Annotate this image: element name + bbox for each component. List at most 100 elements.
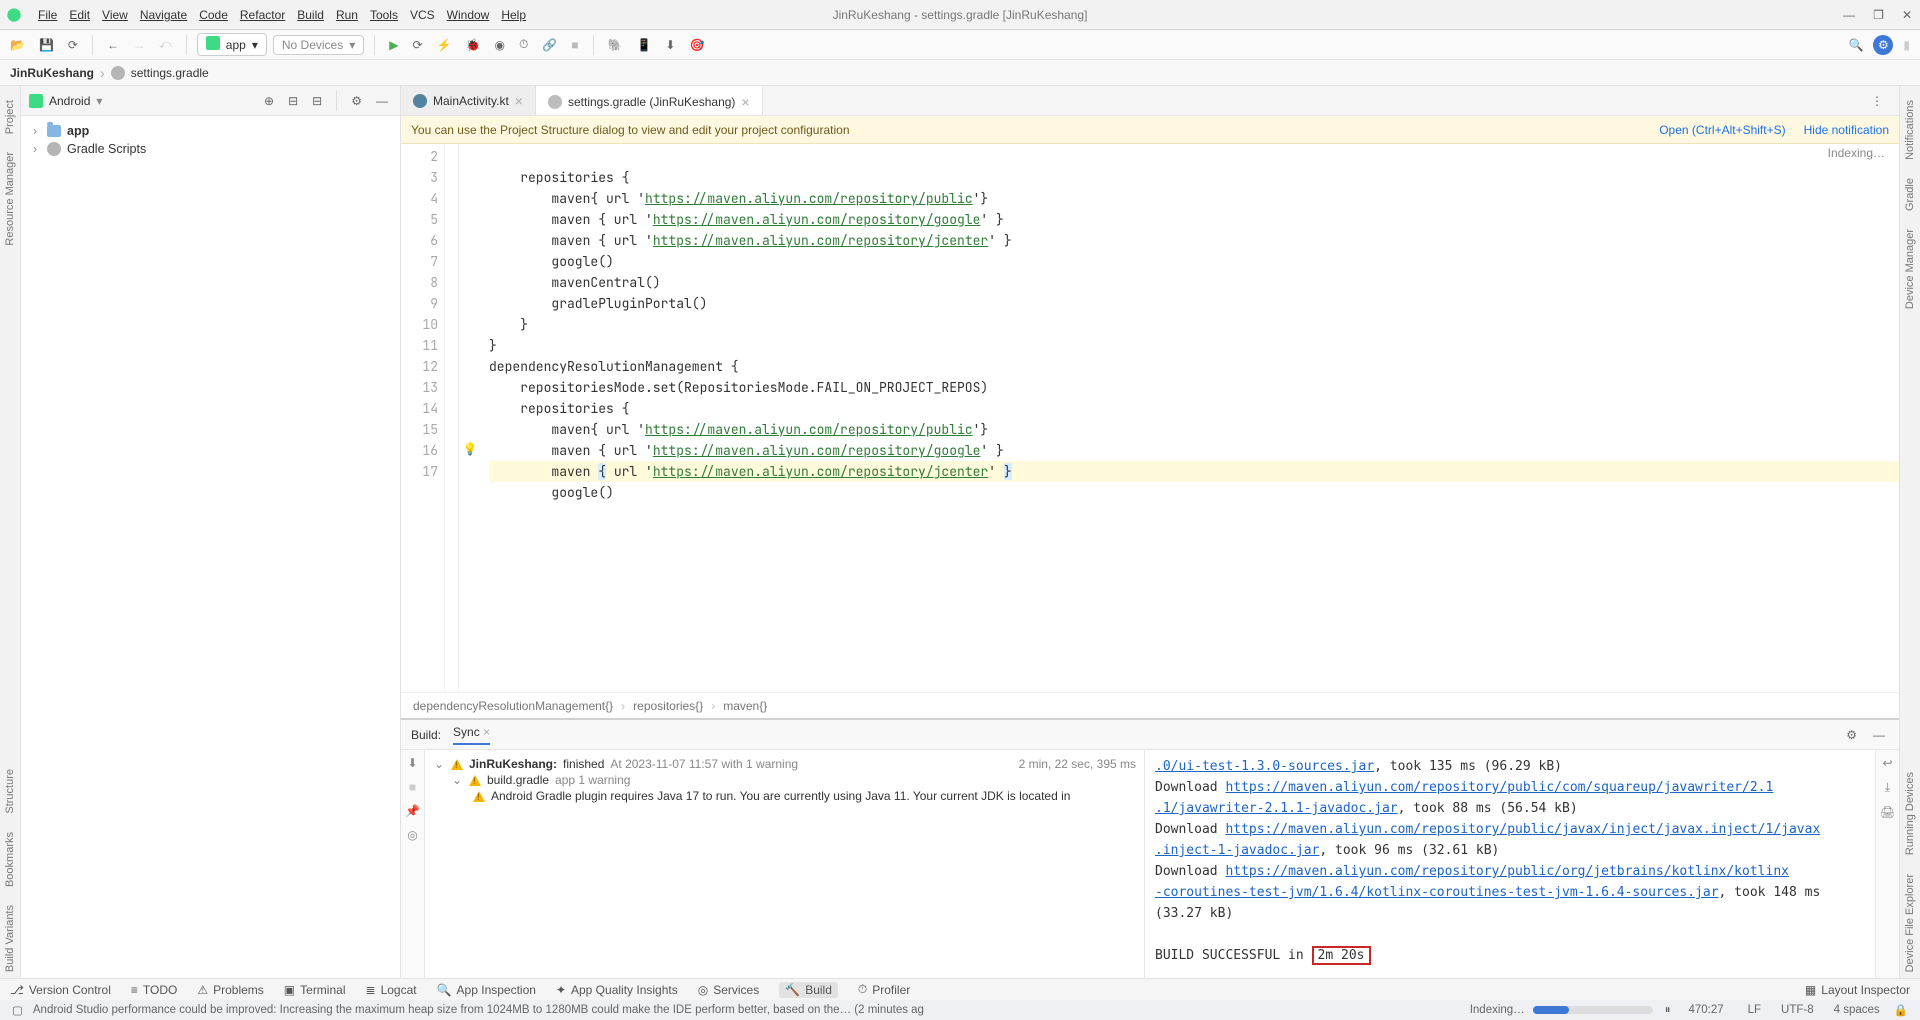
indexing-progress-label[interactable]: Indexing… <box>1470 1004 1525 1016</box>
line-gutter[interactable]: 2345678 91011121314151617 <box>401 144 445 692</box>
download-icon[interactable]: ⬇ <box>407 756 417 770</box>
run-icon[interactable]: ▶ <box>385 35 402 55</box>
avd-manager-icon[interactable]: 📱 <box>632 35 655 55</box>
open-file-icon[interactable]: 📂 <box>6 35 29 55</box>
banner-hide-link[interactable]: Hide notification <box>1804 123 1889 137</box>
tab-settings-gradle[interactable]: settings.gradle (JinRuKeshang) × <box>536 86 763 115</box>
resource-manager-stripe[interactable]: Resource Manager <box>4 146 16 252</box>
split-back-icon[interactable]: ⤺ <box>155 34 176 55</box>
crumb-node[interactable]: dependencyResolutionManagement{} <box>413 699 613 713</box>
menu-view[interactable]: View <box>96 5 134 25</box>
indexing-progress-bar[interactable] <box>1533 1006 1653 1014</box>
tree-collapse-icon[interactable]: ⊟ <box>308 91 326 111</box>
menu-run[interactable]: Run <box>330 5 364 25</box>
gear-icon[interactable]: ⚙ <box>1842 725 1861 745</box>
running-devices-stripe[interactable]: Running Devices <box>1904 766 1916 861</box>
build-tool[interactable]: 🔨Build <box>779 982 838 998</box>
menu-help[interactable]: Help <box>495 5 532 25</box>
services-tool[interactable]: ◎Services <box>698 983 760 997</box>
gear-icon[interactable]: ⚙ <box>347 91 366 111</box>
pause-indexing-icon[interactable]: ⏸ <box>1661 1001 1675 1020</box>
stop-icon[interactable]: ■ <box>567 35 582 55</box>
crumb-node[interactable]: maven{} <box>723 699 767 713</box>
line-sep[interactable]: LF <box>1738 1004 1771 1016</box>
logcat-tool[interactable]: ≣Logcat <box>366 983 417 997</box>
banner-open-link[interactable]: Open (Ctrl+Alt+Shift+S) <box>1659 123 1785 137</box>
caret-position[interactable]: 470:27 <box>1674 1004 1737 1016</box>
project-view-select[interactable]: Android ▾ <box>29 94 102 108</box>
indent-config[interactable]: 4 spaces <box>1824 1004 1890 1016</box>
restart-icon[interactable]: ■ <box>409 780 416 794</box>
lock-icon[interactable]: 🔒 <box>1890 1000 1912 1020</box>
close-tab-icon[interactable]: × <box>515 93 523 109</box>
soft-wrap-icon[interactable]: ↩ <box>1882 756 1892 770</box>
refresh-icon[interactable]: ⟳ <box>64 35 82 55</box>
apply-changes-icon[interactable]: ⟳ <box>408 35 426 55</box>
menu-file[interactable]: File <box>32 5 63 25</box>
device-file-explorer-stripe[interactable]: Device File Explorer <box>1904 868 1916 978</box>
locate-file-icon[interactable]: ⊕ <box>260 91 278 111</box>
sync-root-row[interactable]: ⌄ JinRuKeshang: finished At 2023-11-07 1… <box>433 756 1136 772</box>
status-menu-icon[interactable]: ▢ <box>8 1000 27 1020</box>
problems-tool[interactable]: ⚠Problems <box>197 983 263 997</box>
filter-icon[interactable]: 📌 <box>405 804 420 818</box>
run-config-select[interactable]: app ▾ <box>197 33 267 56</box>
menu-code[interactable]: Code <box>193 5 234 25</box>
profiler-tool[interactable]: ⏱Profiler <box>858 982 910 997</box>
menu-tools[interactable]: Tools <box>364 5 404 25</box>
profile-icon[interactable]: ⏱ <box>515 34 532 55</box>
terminal-tool[interactable]: ▣Terminal <box>284 983 346 997</box>
print-icon[interactable]: 🖨 <box>1880 805 1895 819</box>
menu-edit[interactable]: Edit <box>63 5 96 25</box>
breadcrumb-file[interactable]: settings.gradle <box>131 66 209 80</box>
menu-navigate[interactable]: Navigate <box>134 5 193 25</box>
tab-mainactivity[interactable]: MainActivity.kt × <box>401 86 536 115</box>
debug-icon[interactable]: 🐞 <box>462 35 485 55</box>
forward-icon[interactable]: → <box>129 35 149 55</box>
apply-code-changes-icon[interactable]: ⚡ <box>433 35 456 55</box>
vcs-tool[interactable]: ⎇Version Control <box>10 983 111 997</box>
appinsp-tool[interactable]: 🔍App Inspection <box>437 983 536 997</box>
project-gradle-scripts-node[interactable]: › Gradle Scripts <box>25 140 396 158</box>
hide-pane-icon[interactable]: — <box>372 91 392 111</box>
scroll-to-end-icon[interactable]: ⤓ <box>1885 780 1890 795</box>
settings-icon[interactable]: ⚙ <box>1873 35 1893 55</box>
sync-output[interactable]: .0/ui-test-1.3.0-sources.jar, took 135 m… <box>1145 750 1875 978</box>
structure-stripe[interactable]: Structure <box>4 763 16 820</box>
menu-refactor[interactable]: Refactor <box>234 5 291 25</box>
quality-tool[interactable]: ✦App Quality Insights <box>556 983 678 997</box>
menu-window[interactable]: Window <box>441 5 496 25</box>
intention-bulb-icon[interactable]: 💡 <box>459 438 481 459</box>
sdk-manager-icon[interactable]: ⬇ <box>661 35 679 55</box>
notifications-stripe[interactable]: Notifications <box>1904 94 1916 166</box>
attach-debug-icon[interactable]: 🔗 <box>538 35 561 55</box>
build-sync-tab[interactable]: Sync × <box>453 725 490 745</box>
tree-expand-icon[interactable]: ⊟ <box>284 91 302 111</box>
breadcrumb-root[interactable]: JinRuKeshang <box>10 66 94 80</box>
search-everywhere-icon[interactable]: 🔍 <box>1844 35 1867 55</box>
layout-inspector-tool[interactable]: ▦Layout Inspector <box>1805 983 1910 997</box>
build-variants-stripe[interactable]: Build Variants <box>4 899 16 978</box>
crumb-node[interactable]: repositories{} <box>633 699 703 713</box>
sync-gradle-icon[interactable]: 🐘 <box>604 35 627 55</box>
project-tool-stripe[interactable]: Project <box>4 94 16 140</box>
close-tab-icon[interactable]: × <box>741 94 749 110</box>
back-icon[interactable]: ← <box>103 35 123 55</box>
hide-build-icon[interactable]: — <box>1869 725 1889 745</box>
menu-vcs[interactable]: VCS <box>404 5 441 25</box>
coverage-icon[interactable]: ◉ <box>490 35 508 55</box>
minimize-icon[interactable]: — <box>1843 8 1855 22</box>
toggle-icon[interactable]: ◎ <box>407 828 417 842</box>
toolbar-menu-icon[interactable]: ▮ <box>1899 35 1914 55</box>
save-icon[interactable]: 💾 <box>35 35 58 55</box>
file-encoding[interactable]: UTF-8 <box>1771 1004 1824 1016</box>
device-select[interactable]: No Devices ▾ <box>273 35 364 55</box>
fold-gutter[interactable] <box>445 144 459 692</box>
device-manager-stripe[interactable]: Device Manager <box>1904 223 1916 315</box>
bookmarks-stripe[interactable]: Bookmarks <box>4 826 16 893</box>
menu-build[interactable]: Build <box>291 5 330 25</box>
editor-menu-icon[interactable]: ⋮ <box>1867 91 1887 111</box>
sync-buildgradle-row[interactable]: ⌄ build.gradle app 1 warning <box>433 772 1136 788</box>
close-icon[interactable]: ✕ <box>1902 8 1912 22</box>
project-app-node[interactable]: › app <box>25 122 396 140</box>
